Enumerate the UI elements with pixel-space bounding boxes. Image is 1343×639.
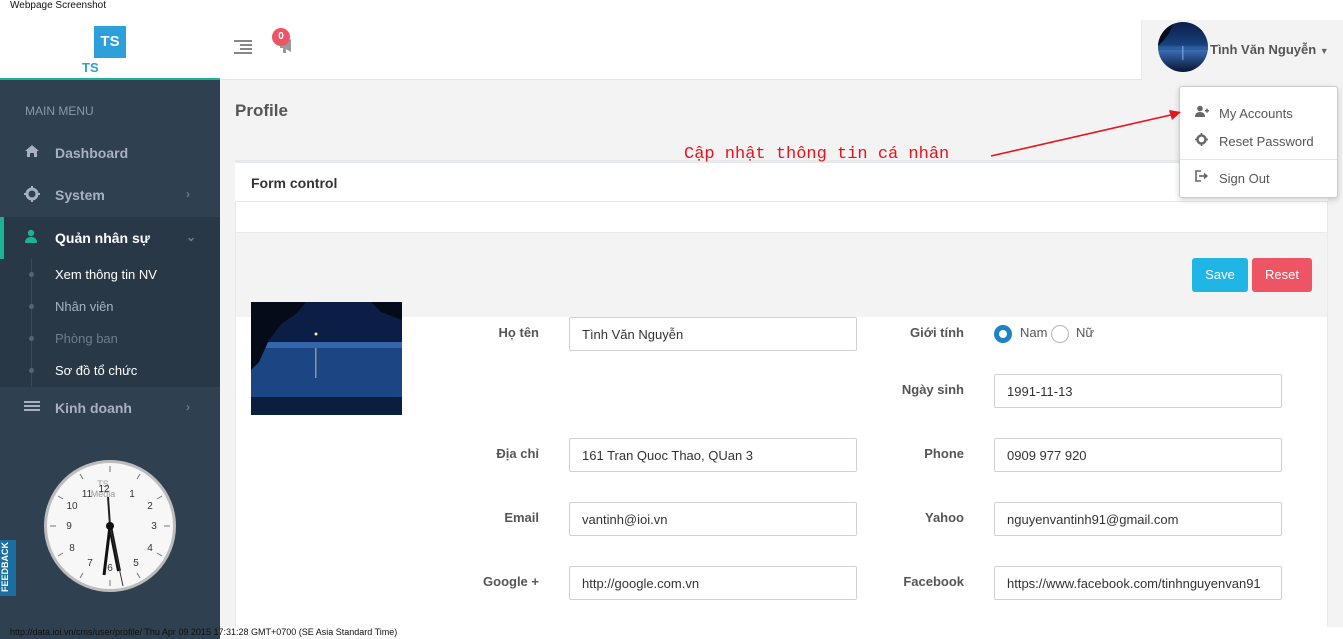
facebook-label: Facebook bbox=[903, 574, 964, 589]
sidebar-item-label: Dashboard bbox=[55, 145, 129, 161]
sidebar-item-label: Kinh doanh bbox=[55, 400, 132, 416]
user-icon bbox=[24, 229, 40, 245]
gioi-tinh-label: Giới tính bbox=[909, 325, 964, 340]
email-field[interactable]: vantinh@ioi.vn bbox=[569, 502, 857, 536]
notification-badge: 0 bbox=[272, 28, 290, 46]
page-title: Profile bbox=[235, 101, 288, 120]
menu-item-label: Sign Out bbox=[1219, 171, 1270, 186]
home-icon bbox=[24, 144, 40, 160]
list-icon bbox=[24, 399, 40, 415]
google-label: Google + bbox=[483, 574, 539, 589]
sidebar-item-dashboard[interactable]: Dashboard bbox=[0, 132, 220, 174]
sidebar-item-system[interactable]: System › bbox=[0, 174, 220, 216]
phone-label: Phone bbox=[924, 446, 964, 461]
gender-label-nam: Nam bbox=[1020, 325, 1048, 340]
gender-radio-nam[interactable] bbox=[994, 325, 1012, 343]
sidebar-title: MAIN MENU bbox=[25, 104, 94, 118]
gender-radio-nu[interactable] bbox=[1051, 325, 1069, 343]
gear-icon bbox=[1195, 133, 1209, 147]
google-field[interactable]: http://google.com.vn bbox=[569, 566, 857, 600]
menu-item-reset-password[interactable]: Reset Password bbox=[1180, 129, 1337, 153]
submenu-quan-nhan-su: Xem thông tin NV Nhân viên Phòng ban Sơ … bbox=[0, 259, 220, 387]
sidebar: MAIN MENU Dashboard System › Quản nhân s… bbox=[0, 80, 220, 639]
avatar bbox=[1158, 22, 1208, 72]
yahoo-label: Yahoo bbox=[924, 510, 964, 525]
chevron-right-icon: › bbox=[186, 400, 190, 414]
save-button[interactable]: Save bbox=[1192, 258, 1248, 292]
ngay-sinh-label: Ngày sinh bbox=[901, 382, 964, 397]
annotation-text: Cập nhật thông tin cá nhân bbox=[684, 145, 950, 164]
menu-item-label: Reset Password bbox=[1219, 134, 1314, 149]
sidebar-item-label: System bbox=[55, 187, 105, 203]
cog-icon bbox=[24, 186, 40, 202]
feedback-label: FEEDBACK bbox=[0, 541, 11, 593]
card-title: Form control bbox=[251, 175, 338, 191]
profile-photo[interactable] bbox=[251, 302, 402, 415]
submenu-dot bbox=[29, 304, 34, 309]
card-header: Form control bbox=[235, 160, 1328, 202]
facebook-field[interactable]: https://www.facebook.com/tinhnguyenvan91 bbox=[994, 566, 1282, 600]
sidebar-item-kinh-doanh[interactable]: Kinh doanh › bbox=[0, 387, 220, 429]
gender-label-nu: Nữ bbox=[1076, 325, 1095, 340]
submenu-item-nhan-vien[interactable]: Nhân viên bbox=[55, 299, 114, 314]
sidebar-item-label: Quản nhân sự bbox=[55, 230, 150, 246]
clock-hands bbox=[102, 496, 124, 587]
submenu-item-so-do-to-chuc[interactable]: Sơ đồ tổ chức bbox=[55, 363, 137, 378]
user-name-label: Tình Văn Nguyễn bbox=[1210, 42, 1317, 57]
yahoo-field[interactable]: nguyenvantinh91@gmail.com bbox=[994, 502, 1282, 536]
screenshot-caption-bottom: http://data.ioi.vn/cms/user/profile/ Thu… bbox=[10, 627, 398, 637]
logo-area[interactable]: TS TS bbox=[0, 12, 220, 80]
submenu-dot bbox=[29, 272, 34, 277]
email-label: Email bbox=[504, 510, 539, 525]
user-plus-icon bbox=[1195, 105, 1209, 119]
screenshot-caption-top: Webpage Screenshot bbox=[10, 0, 106, 11]
sign-out-icon bbox=[1195, 170, 1209, 184]
ngay-sinh-field[interactable]: 1991-11-13 bbox=[994, 374, 1282, 408]
menu-item-my-accounts[interactable]: My Accounts bbox=[1180, 101, 1337, 125]
ho-ten-field[interactable]: Tình Văn Nguyễn bbox=[569, 317, 857, 351]
submenu-dot bbox=[29, 336, 34, 341]
menu-item-sign-out[interactable]: Sign Out bbox=[1180, 166, 1337, 190]
logo-mark: TS bbox=[94, 26, 126, 58]
user-name: Tình Văn Nguyễn ▼ bbox=[1210, 42, 1329, 57]
annotation-arrow bbox=[990, 110, 1181, 157]
menu-item-label: My Accounts bbox=[1219, 106, 1293, 121]
menu-divider bbox=[1180, 159, 1337, 160]
submenu-dot bbox=[29, 368, 34, 373]
dia-chi-field[interactable]: 161 Tran Quoc Thao, QUan 3 bbox=[569, 438, 857, 472]
reset-button[interactable]: Reset bbox=[1252, 258, 1312, 292]
caret-down-icon: ▼ bbox=[1319, 46, 1329, 56]
chevron-down-icon: ⌄ bbox=[186, 230, 197, 244]
chevron-right-icon: › bbox=[186, 187, 190, 201]
feedback-tab[interactable]: FEEDBACK bbox=[0, 540, 16, 596]
ho-ten-label: Họ tên bbox=[498, 325, 539, 340]
logo-text: TS bbox=[82, 60, 99, 75]
user-dropdown-menu: My Accounts Reset Password Sign Out bbox=[1179, 86, 1338, 198]
menu-toggle-icon[interactable] bbox=[234, 40, 252, 54]
submenu-item-xem-thong-tin[interactable]: Xem thông tin NV bbox=[55, 267, 157, 282]
analog-clock: TS Media 12 1 2 3 4 5 6 7 8 9 10 11 bbox=[44, 460, 176, 592]
user-menu-toggle[interactable]: Tình Văn Nguyễn ▼ bbox=[1141, 20, 1343, 80]
sidebar-item-quan-nhan-su[interactable]: Quản nhân sự ⌄ bbox=[0, 217, 220, 259]
submenu-item-phong-ban[interactable]: Phòng ban bbox=[55, 331, 118, 346]
dia-chi-label: Địa chỉ bbox=[496, 446, 539, 461]
top-navbar: 0 Tình Văn Nguyễn ▼ bbox=[220, 12, 1343, 80]
phone-field[interactable]: 0909 977 920 bbox=[994, 438, 1282, 472]
